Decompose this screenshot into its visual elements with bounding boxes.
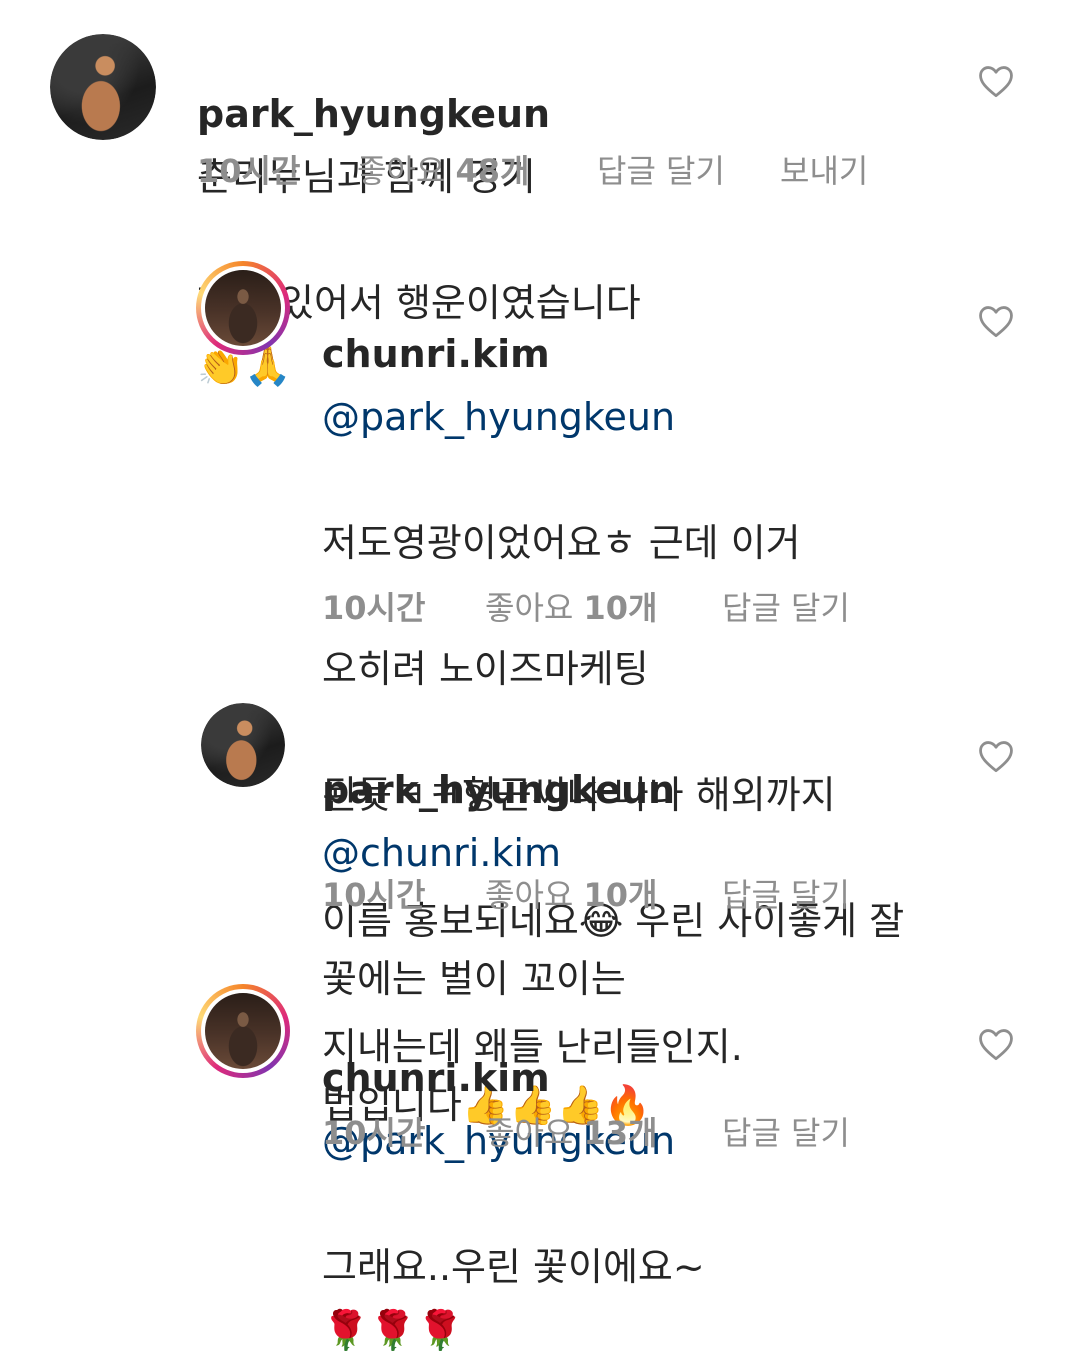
comment-mention[interactable]: @chunri.kim <box>322 831 561 875</box>
comment-text: 저도영광이었어요ㅎ 근데 이거 <box>322 521 801 565</box>
comment-emoji: 🌹🌹🌹 <box>322 1308 464 1352</box>
comment-time: 10시간 <box>322 589 426 627</box>
avatar[interactable] <box>50 34 156 140</box>
likes-number: 10개 <box>583 589 658 627</box>
avatar[interactable] <box>201 703 285 787</box>
comment-meta: 10시간 좋아요 10개 답글 달기 <box>322 583 850 629</box>
avatar-ring-inner <box>201 266 285 350</box>
avatar-photo <box>201 703 285 787</box>
likes-label: 좋아요 <box>485 876 574 914</box>
likes-count[interactable]: 좋아요 10개 <box>485 870 722 916</box>
likes-label: 좋아요 <box>357 152 446 190</box>
send-button[interactable]: 보내기 <box>780 146 868 192</box>
comment-username[interactable]: park_hyungkeun <box>322 768 675 812</box>
comment-username[interactable]: chunri.kim <box>322 1056 550 1100</box>
comment-time: 10시간 <box>322 1114 426 1152</box>
likes-count[interactable]: 좋아요 13개 <box>485 1108 722 1154</box>
comment-meta: 10시간 좋아요 48개 답글 달기 보내기 <box>197 146 868 192</box>
comment-mention[interactable]: @park_hyungkeun <box>322 395 675 439</box>
likes-number: 48개 <box>455 152 530 190</box>
heart-outline-icon[interactable] <box>977 1027 1015 1061</box>
likes-count[interactable]: 좋아요 48개 <box>357 146 597 192</box>
comment-body: chunri.kim @park_hyungkeun 그래요..우린 꽃이에요~… <box>322 984 952 1362</box>
comment-username[interactable]: park_hyungkeun <box>197 92 550 136</box>
comment-username[interactable]: chunri.kim <box>322 332 550 376</box>
likes-number: 13개 <box>583 1114 658 1152</box>
avatar-photo <box>205 993 281 1069</box>
avatar-ring-inner <box>201 989 285 1073</box>
avatar-photo <box>205 270 281 346</box>
comment-time: 10시간 <box>197 152 301 190</box>
avatar-photo <box>50 34 156 140</box>
reply-button[interactable]: 답글 달기 <box>722 1108 850 1154</box>
heart-outline-icon[interactable] <box>977 304 1015 338</box>
reply-button[interactable]: 답글 달기 <box>597 146 780 192</box>
reply-button[interactable]: 답글 달기 <box>722 870 850 916</box>
avatar-story-ring[interactable] <box>196 261 290 355</box>
comment-meta: 10시간 좋아요 10개 답글 달기 <box>322 870 850 916</box>
comment-meta: 10시간 좋아요 13개 답글 달기 <box>322 1108 850 1154</box>
comment-text: 그래요..우린 꽃이에요~ <box>322 1245 705 1289</box>
likes-label: 좋아요 <box>485 1114 574 1152</box>
likes-number: 10개 <box>583 876 658 914</box>
likes-count[interactable]: 좋아요 10개 <box>485 583 722 629</box>
reply-button[interactable]: 답글 달기 <box>722 583 850 629</box>
comment-text: 오히려 노이즈마케팅 <box>322 647 649 691</box>
comment-time: 10시간 <box>322 876 426 914</box>
likes-label: 좋아요 <box>485 589 574 627</box>
avatar-story-ring[interactable] <box>196 984 290 1078</box>
heart-outline-icon[interactable] <box>977 739 1015 773</box>
heart-outline-icon[interactable] <box>977 64 1015 98</box>
